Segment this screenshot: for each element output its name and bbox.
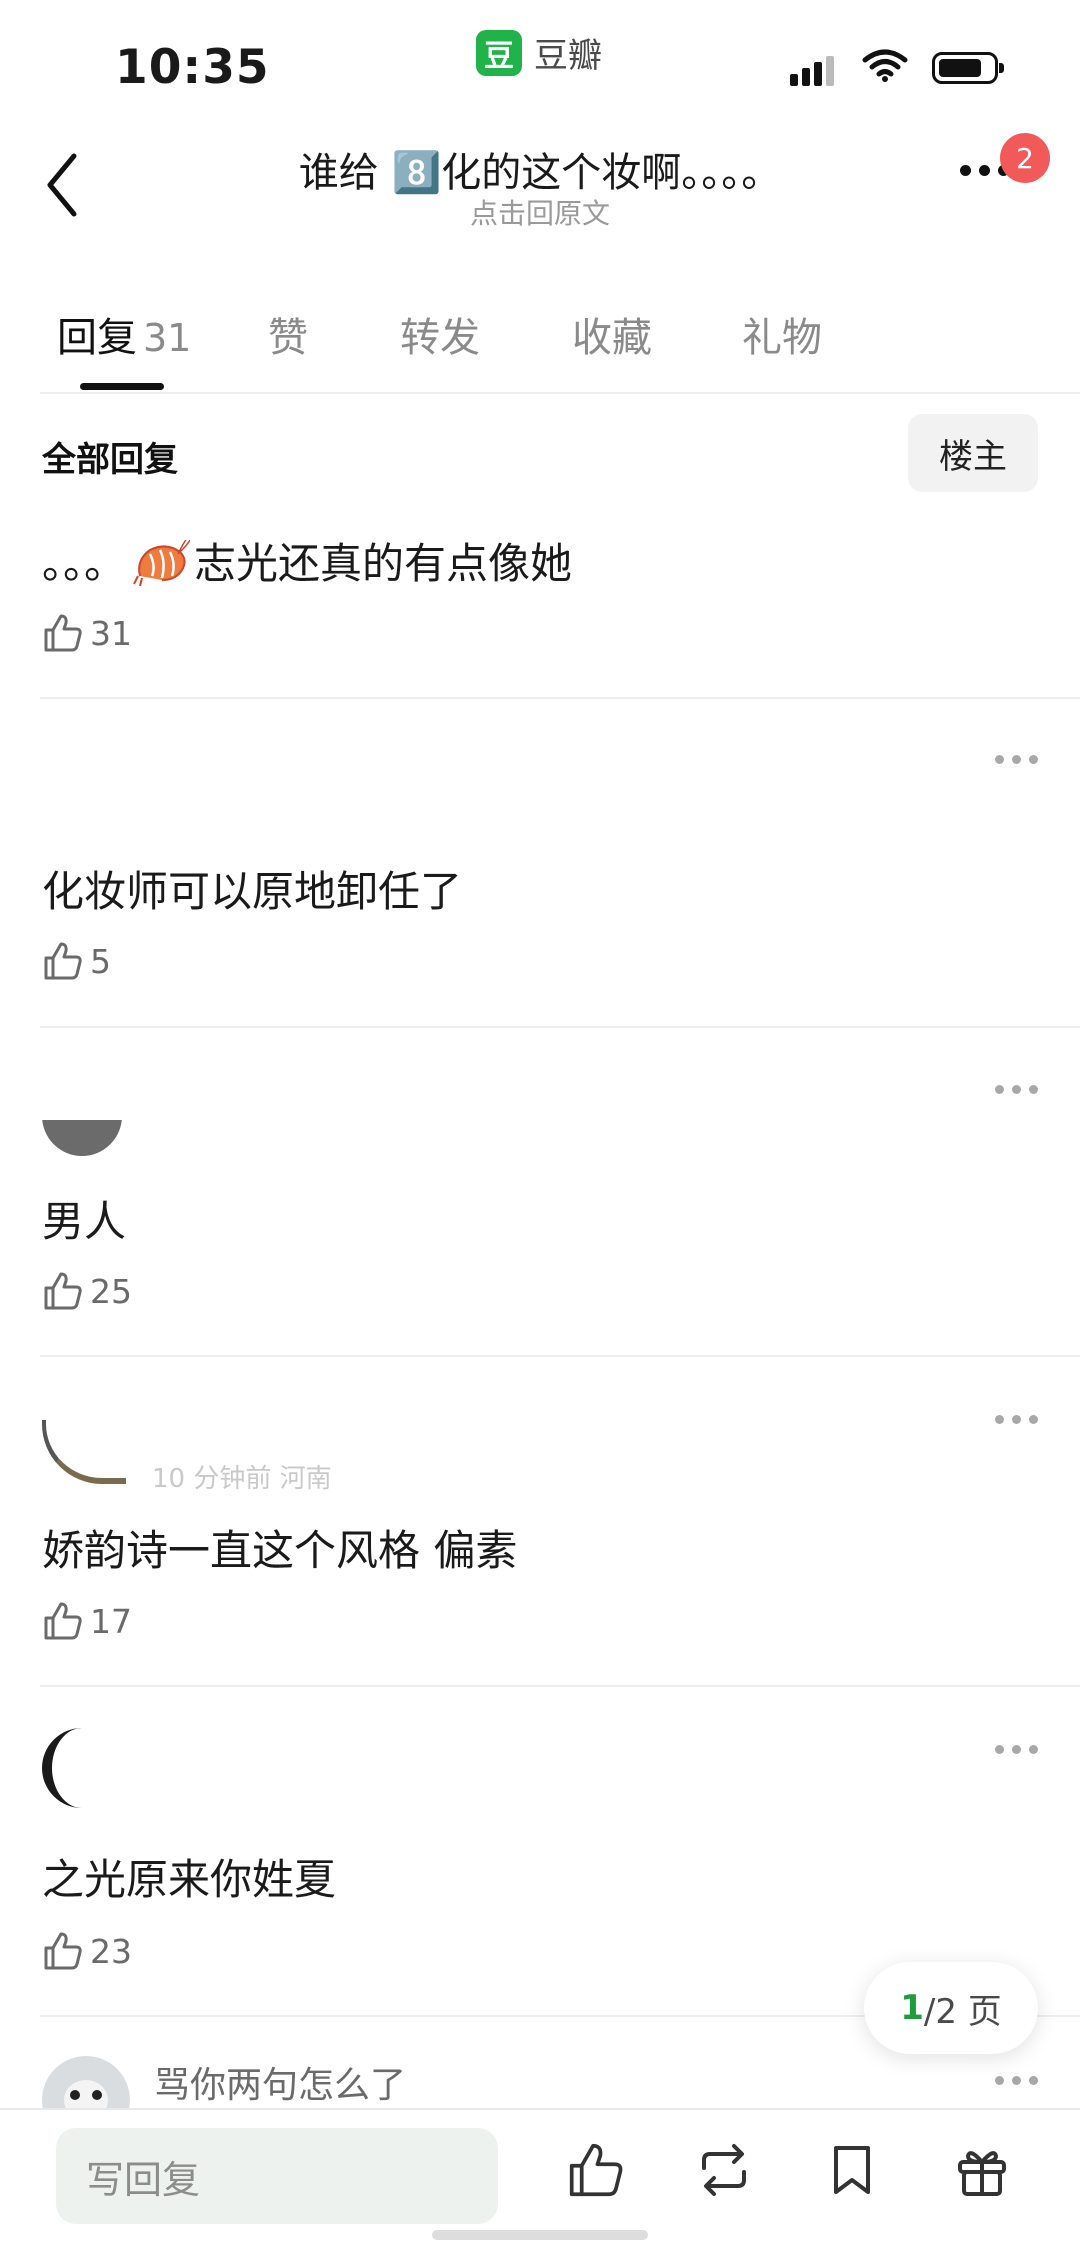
comment-more-button[interactable]	[995, 1415, 1038, 1424]
comment-text: 化妆师可以原地卸任了	[42, 867, 463, 916]
thumbs-up-icon	[44, 1272, 82, 1310]
tab-bar: 回复 31 赞 转发 收藏 礼物	[57, 305, 864, 363]
page-title[interactable]: 谁给 8️⃣化的这个妆啊。。。。	[150, 140, 930, 198]
avatar[interactable]	[42, 1096, 122, 1156]
tab-likes[interactable]: 赞	[268, 305, 398, 363]
wifi-icon	[862, 48, 908, 86]
username[interactable]: 骂你两句怎么了	[154, 2056, 406, 2108]
comment-divider	[40, 1685, 1080, 1687]
like-count: 17	[90, 1601, 132, 1641]
comment-divider	[40, 1026, 1080, 1028]
comment-divider	[40, 1355, 1080, 1357]
comment-text: 。。。 志光还真的有点像她	[42, 530, 572, 591]
repost-icon[interactable]	[694, 2140, 754, 2200]
comment-divider	[40, 697, 1080, 699]
shrimp-emoji-icon	[133, 540, 191, 586]
comment-meta: 10 分钟前 河南	[152, 1464, 332, 1494]
avatar[interactable]	[42, 1420, 126, 1484]
like-button[interactable]: 31	[42, 612, 132, 654]
tab-favorites[interactable]: 收藏	[572, 305, 742, 363]
comment-text-part: 志光还真的有点像她	[194, 539, 573, 588]
op-only-filter-button[interactable]: 楼主	[908, 414, 1038, 492]
comment-more-button[interactable]	[995, 1085, 1038, 1094]
like-button[interactable]: 25	[42, 1270, 132, 1312]
tab-divider	[40, 392, 1080, 394]
like-button[interactable]: 23	[42, 1930, 132, 1972]
comment-text: 娇韵诗一直这个风格 偏素	[42, 1526, 518, 1575]
like-icon[interactable]	[566, 2140, 626, 2200]
page-indicator[interactable]: 1/2 页	[864, 1962, 1038, 2054]
thumbs-up-icon	[44, 1932, 82, 1970]
like-count: 25	[90, 1271, 132, 1311]
reply-input[interactable]: 写回复	[56, 2128, 498, 2224]
signal-icon	[790, 56, 834, 86]
tab-replies-count: 31	[143, 316, 192, 360]
comment-text: 之光原来你姓夏	[42, 1855, 337, 1904]
tab-reposts[interactable]: 转发	[400, 305, 572, 363]
comment-more-button[interactable]	[995, 755, 1038, 764]
tab-gifts[interactable]: 礼物	[742, 305, 862, 363]
chevron-left-icon	[47, 153, 77, 217]
section-title: 全部回复	[42, 440, 178, 480]
app-brand: 豆 豆瓣	[476, 28, 602, 77]
avatar[interactable]	[42, 1728, 122, 1808]
like-count: 5	[90, 941, 111, 981]
tab-replies-label: 回复	[57, 315, 137, 361]
comment-more-button[interactable]	[995, 2076, 1038, 2085]
notification-badge: 2	[1000, 133, 1050, 183]
gift-icon[interactable]	[952, 2140, 1012, 2200]
thumbs-up-icon	[44, 614, 82, 652]
comment-text-part: 。。。	[42, 539, 127, 588]
bookmark-icon[interactable]	[822, 2140, 882, 2200]
thumbs-up-icon	[44, 1602, 82, 1640]
like-button[interactable]: 5	[42, 940, 111, 982]
thumbs-up-icon	[44, 942, 82, 980]
battery-icon	[932, 52, 1004, 84]
back-to-original-link[interactable]: 点击回原文	[150, 192, 930, 232]
back-button[interactable]	[42, 150, 82, 220]
like-button[interactable]: 17	[42, 1600, 132, 1642]
active-tab-indicator	[80, 383, 164, 390]
current-page: 1	[900, 1988, 924, 2028]
like-count: 23	[90, 1931, 132, 1971]
app-name: 豆瓣	[534, 36, 602, 76]
status-time: 10:35	[115, 40, 270, 95]
like-count: 31	[90, 613, 132, 653]
tab-replies[interactable]: 回复 31	[57, 305, 272, 363]
comment-text: 男人	[42, 1197, 127, 1246]
home-indicator	[432, 2230, 648, 2240]
total-pages: /2 页	[923, 1991, 1002, 2032]
douban-logo-icon: 豆	[476, 29, 522, 76]
comment-more-button[interactable]	[995, 1745, 1038, 1754]
